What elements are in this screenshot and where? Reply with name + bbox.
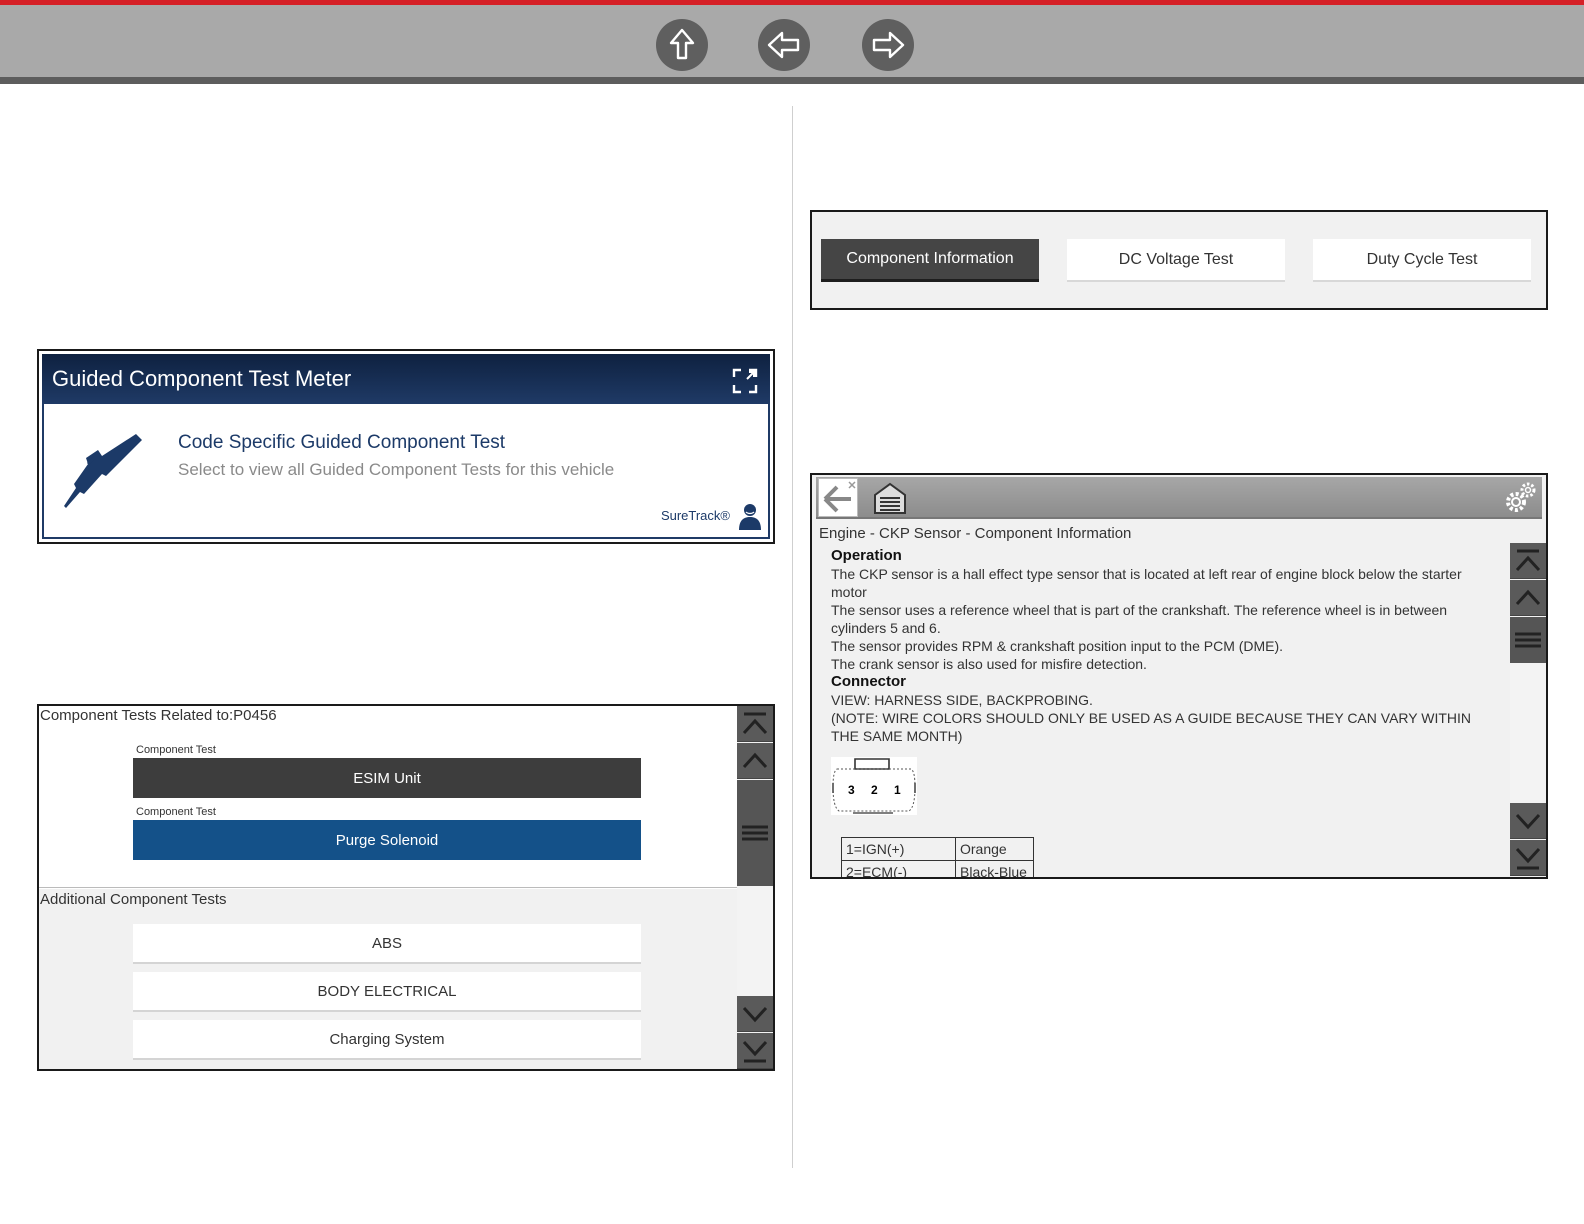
scroll-down-button[interactable] — [1510, 803, 1546, 839]
pin-number: 1 — [894, 783, 901, 797]
chevron-down-icon — [1515, 813, 1541, 829]
settings-gear-icon[interactable] — [1502, 480, 1538, 516]
connector-heading: Connector — [831, 673, 906, 690]
chevron-up-icon — [1515, 589, 1541, 605]
back-button[interactable] — [758, 19, 810, 71]
wire-color-cell: Orange — [955, 837, 1034, 861]
connector-line: VIEW: HARNESS SIDE, BACKPROBING. — [831, 692, 1093, 708]
additional-tests-title: Additional Component Tests — [40, 891, 227, 908]
scroll-top-button[interactable] — [737, 706, 773, 742]
scroll-bottom-icon — [742, 1040, 768, 1062]
tab-component-information[interactable]: Component Information — [821, 239, 1039, 282]
pin-cell: 2=ECM(-) — [841, 860, 956, 877]
additional-tests-section: Additional Component Tests ABS BODY ELEC… — [39, 889, 739, 1069]
pin-number: 3 — [848, 783, 855, 797]
chevron-up-icon — [742, 752, 768, 768]
guided-test-subtitle: Select to view all Guided Component Test… — [178, 460, 615, 479]
viewer-back-button[interactable] — [818, 478, 858, 517]
abs-button[interactable]: ABS — [133, 924, 641, 964]
card-title: Guided Component Test Meter — [52, 366, 352, 391]
pin-cell: 1=IGN(+) — [841, 837, 956, 861]
operation-line: The sensor uses a reference wheel that i… — [831, 602, 1448, 636]
tab-duty-cycle-test[interactable]: Duty Cycle Test — [1313, 239, 1531, 282]
operation-line: The sensor provides RPM & crankshaft pos… — [831, 638, 1284, 654]
guided-component-test-meter-card: Guided Component Test Meter Code Specifi… — [37, 349, 775, 544]
operation-heading: Operation — [831, 547, 902, 564]
up-arrow-icon — [669, 28, 695, 60]
table-row: 1=IGN(+) Orange — [841, 837, 1034, 861]
garage-home-icon[interactable] — [872, 480, 908, 516]
chevron-down-icon — [742, 1006, 768, 1022]
test-tab-bar: Component Information DC Voltage Test Du… — [810, 210, 1548, 310]
top-nav-bar — [0, 0, 1584, 84]
scroll-up-button[interactable] — [1510, 580, 1546, 616]
column-divider — [792, 106, 793, 1168]
related-tests-title: Component Tests Related to:P0456 — [40, 707, 277, 724]
probe-icon — [64, 434, 142, 508]
component-info-content: Operation The CKP sensor is a hall effec… — [831, 547, 1491, 877]
up-button[interactable] — [656, 19, 708, 71]
scroll-bottom-icon — [1515, 847, 1541, 869]
list-scrollbar[interactable] — [737, 706, 773, 1069]
connector-diagram: 3 2 1 — [831, 757, 917, 815]
wire-color-cell: Black-Blue — [955, 860, 1034, 877]
component-information-viewer: Engine - CKP Sensor - Component Informat… — [810, 473, 1548, 879]
breadcrumb: Engine - CKP Sensor - Component Informat… — [819, 525, 1132, 542]
scroll-thumb[interactable] — [1510, 617, 1546, 663]
operation-line: The crank sensor is also used for misfir… — [831, 656, 1147, 672]
scroll-down-button[interactable] — [737, 996, 773, 1032]
component-tests-panel: Component Tests Related to:P0456 Compone… — [37, 704, 775, 1071]
suretrack-person-icon — [739, 504, 761, 530]
scroll-bottom-button[interactable] — [737, 1033, 773, 1069]
scroll-top-button[interactable] — [1510, 543, 1546, 579]
forward-button[interactable] — [862, 19, 914, 71]
viewer-scrollbar[interactable] — [1510, 543, 1546, 877]
operation-line: The CKP sensor is a hall effect type sen… — [831, 566, 1462, 600]
card-header: Guided Component Test Meter — [42, 354, 770, 404]
component-test-label: Component Test — [136, 806, 216, 818]
purge-solenoid-button[interactable]: Purge Solenoid — [133, 820, 641, 860]
grip-icon — [742, 825, 768, 841]
scroll-top-icon — [742, 712, 768, 734]
connector-line: (NOTE: WIRE COLORS SHOULD ONLY BE USED A… — [831, 710, 1472, 744]
grip-icon — [1515, 632, 1541, 648]
charging-system-button[interactable]: Charging System — [133, 1020, 641, 1060]
component-test-label: Component Test — [136, 744, 216, 756]
tab-dc-voltage-test[interactable]: DC Voltage Test — [1067, 239, 1285, 282]
suretrack-label: SureTrack® — [660, 508, 730, 523]
left-arrow-icon — [767, 31, 800, 59]
guided-test-entry[interactable]: Code Specific Guided Component Test Sele… — [42, 404, 770, 539]
pin-table: 1=IGN(+) Orange 2=ECM(-) Black-Blue — [841, 837, 1034, 877]
body-electrical-button[interactable]: BODY ELECTRICAL — [133, 972, 641, 1012]
esim-unit-button[interactable]: ESIM Unit — [133, 758, 641, 798]
expand-icon[interactable] — [732, 368, 758, 394]
scroll-top-icon — [1515, 549, 1541, 571]
page: Guided Component Test Meter Code Specifi… — [0, 0, 1584, 1224]
viewer-toolbar — [816, 477, 1542, 519]
scroll-thumb[interactable] — [737, 780, 773, 886]
related-tests-section: Component Tests Related to:P0456 Compone… — [39, 706, 739, 888]
back-arrow-icon — [823, 481, 856, 513]
scroll-bottom-button[interactable] — [1510, 840, 1546, 876]
guided-test-heading: Code Specific Guided Component Test — [178, 432, 506, 453]
scroll-up-button[interactable] — [737, 743, 773, 779]
right-arrow-icon — [872, 31, 905, 59]
pin-number: 2 — [871, 783, 878, 797]
table-row: 2=ECM(-) Black-Blue — [841, 860, 1034, 877]
